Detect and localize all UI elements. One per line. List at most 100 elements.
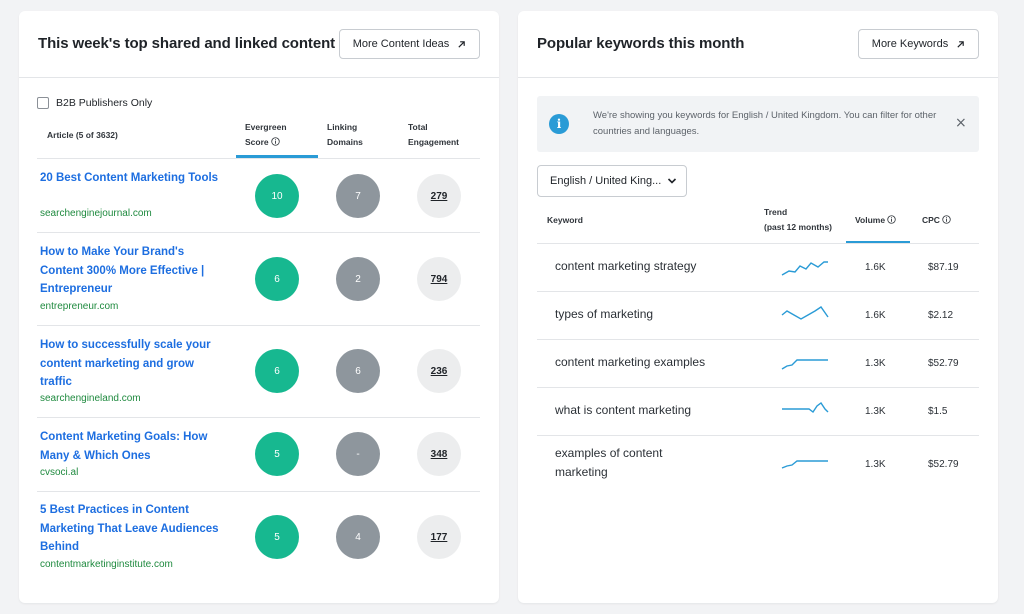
evergreen-score-badge: 10 — [255, 174, 299, 218]
language-notice: i We're showing you keywords for English… — [537, 96, 979, 152]
more-content-ideas-label: More Content Ideas — [352, 38, 450, 50]
row-divider — [537, 243, 979, 244]
linking-domains-badge: 2 — [336, 257, 380, 301]
more-keywords-button[interactable]: More Keywords — [858, 29, 979, 59]
language-select[interactable]: English / United King... — [537, 165, 687, 197]
evergreen-score-badge: 5 — [255, 432, 299, 476]
keyword-row[interactable]: content marketing strategy 1.6K $87.19 — [537, 243, 979, 291]
popular-keywords-card: Popular keywords this month More Keyword… — [518, 11, 998, 603]
article-row: How to Make Your Brand's Content 300% Mo… — [37, 233, 480, 326]
total-engagement-badge[interactable]: 177 — [417, 515, 461, 559]
total-engagement-badge[interactable]: 794 — [417, 257, 461, 301]
checkbox-icon[interactable] — [37, 97, 49, 109]
linking-domains-header[interactable]: Linking Domains — [327, 120, 363, 150]
row-divider — [537, 435, 979, 436]
linking-domains-badge: - — [336, 432, 380, 476]
external-arrow-icon — [458, 40, 466, 48]
evergreen-header-line1: Evergreen — [245, 122, 287, 132]
total-engagement-badge[interactable]: 279 — [417, 174, 461, 218]
keyword-volume: 1.6K — [865, 310, 886, 321]
info-icon[interactable] — [887, 215, 897, 224]
b2b-publishers-checkbox[interactable]: B2B Publishers Only — [37, 97, 152, 109]
article-domain: entrepreneur.com — [40, 301, 119, 312]
cpc-header-label: CPC — [922, 215, 940, 225]
volume-column-header[interactable]: Volume — [855, 213, 897, 228]
top-content-title: This week's top shared and linked conten… — [38, 35, 336, 52]
keyword-volume: 1.6K — [865, 262, 886, 273]
article-row: Content Marketing Goals: How Many & Whic… — [37, 418, 480, 492]
trend-header-line2: (past 12 months) — [764, 222, 833, 232]
linking-header-line2: Domains — [327, 137, 363, 147]
article-domain: searchenginejournal.com — [40, 208, 152, 219]
volume-header-label: Volume — [855, 215, 886, 225]
trend-sparkline — [781, 460, 828, 469]
more-keywords-label: More Keywords — [871, 38, 949, 50]
row-divider — [537, 339, 979, 340]
cpc-column-header[interactable]: CPC — [922, 213, 952, 228]
article-title-link[interactable]: How to successfully scale your content m… — [40, 336, 220, 392]
row-divider — [537, 387, 979, 388]
notice-text: We're showing you keywords for English /… — [593, 110, 937, 137]
keyword-text: content marketing examples — [555, 355, 706, 369]
article-title-link[interactable]: 20 Best Content Marketing Tools — [40, 169, 220, 188]
chevron-down-icon — [667, 178, 677, 184]
keyword-volume: 1.3K — [865, 358, 886, 369]
b2b-publishers-label: B2B Publishers Only — [56, 97, 153, 109]
article-domain: cvsoci.al — [40, 467, 79, 478]
trend-column-header: Trend (past 12 months) — [764, 205, 832, 235]
linking-domains-badge: 4 — [336, 515, 380, 559]
linking-domains-badge: 7 — [336, 174, 380, 218]
article-domain: contentmarketinginstitute.com — [40, 559, 173, 570]
engagement-header-line2: Engagement — [408, 137, 460, 147]
article-title-link[interactable]: How to Make Your Brand's Content 300% Mo… — [40, 243, 220, 299]
keyword-row[interactable]: content marketing examples 1.3K $52.79 — [537, 339, 979, 387]
popular-keywords-title: Popular keywords this month — [537, 35, 745, 52]
info-icon[interactable] — [271, 137, 280, 146]
top-content-card: This week's top shared and linked conten… — [19, 11, 499, 603]
linking-domains-badge: 6 — [336, 349, 380, 393]
keyword-cpc: $87.19 — [928, 262, 959, 273]
article-title-link[interactable]: Content Marketing Goals: How Many & Whic… — [40, 428, 220, 465]
language-select-value: English / United King... — [550, 175, 662, 187]
article-domain: searchengineland.com — [40, 393, 141, 404]
popular-keywords-header: Popular keywords this month More Keyword… — [518, 11, 998, 78]
total-engagement-badge[interactable]: 348 — [417, 432, 461, 476]
article-column-header: Article (5 of 3632) — [47, 130, 118, 140]
evergreen-score-badge: 5 — [255, 515, 299, 559]
article-title-link[interactable]: 5 Best Practices in Content Marketing Th… — [40, 501, 220, 557]
keyword-text: content marketing strategy — [555, 259, 697, 273]
trend-sparkline — [781, 306, 829, 320]
more-content-ideas-button[interactable]: More Content Ideas — [339, 29, 480, 59]
keyword-cpc: $1.5 — [928, 406, 948, 417]
keyword-volume: 1.3K — [865, 406, 886, 417]
evergreen-header-line2: Score — [245, 137, 269, 147]
trend-header-line1: Trend — [764, 207, 788, 217]
info-circle-icon: i — [549, 114, 569, 134]
keyword-cpc: $2.12 — [928, 310, 954, 321]
keyword-text: examples of content marketing — [555, 446, 663, 479]
total-engagement-header[interactable]: Total Engagement — [408, 120, 459, 150]
trend-sparkline — [782, 401, 829, 414]
keyword-column-header: Keyword — [547, 215, 583, 225]
keyword-row[interactable]: examples of content marketing 1.3K $52.7… — [537, 435, 979, 493]
info-icon[interactable] — [942, 215, 952, 224]
keyword-cpc: $52.79 — [928, 459, 959, 470]
article-row: 20 Best Content Marketing Tools searchen… — [37, 159, 480, 233]
keyword-text: what is content marketing — [555, 403, 692, 417]
keyword-volume: 1.3K — [865, 459, 886, 470]
article-row: How to successfully scale your content m… — [37, 326, 480, 418]
linking-header-line1: Linking — [327, 122, 358, 132]
external-arrow-icon — [957, 40, 964, 48]
close-icon[interactable]: × — [955, 115, 967, 131]
keyword-cpc: $52.79 — [928, 358, 959, 369]
keyword-row[interactable]: what is content marketing 1.3K $1.5 — [537, 387, 979, 435]
evergreen-score-badge: 6 — [255, 349, 299, 393]
evergreen-score-header[interactable]: Evergreen Score — [245, 120, 287, 150]
trend-sparkline — [781, 359, 828, 370]
article-row: 5 Best Practices in Content Marketing Th… — [37, 492, 480, 585]
keyword-row[interactable]: types of marketing 1.6K $2.12 — [537, 291, 979, 339]
evergreen-score-badge: 6 — [255, 257, 299, 301]
total-engagement-badge[interactable]: 236 — [417, 349, 461, 393]
trend-sparkline — [781, 261, 828, 276]
engagement-header-line1: Total — [408, 122, 428, 132]
